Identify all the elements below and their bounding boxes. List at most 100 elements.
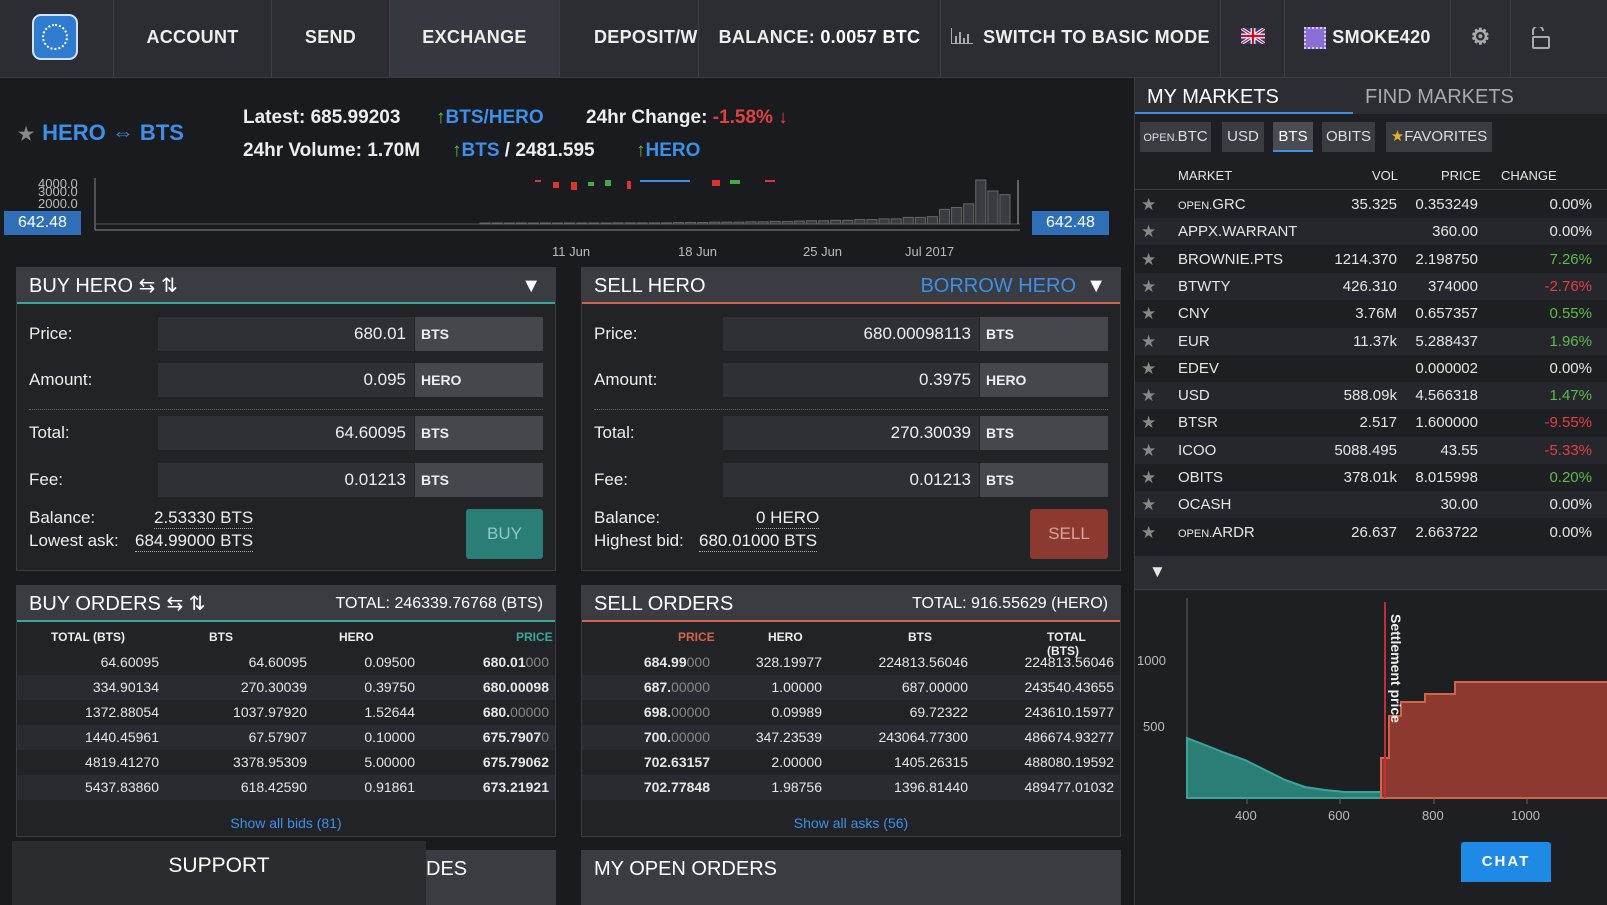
borrow-link[interactable]: BORROW HERO <box>920 268 1076 304</box>
filter-favorites[interactable]: ★FAVORITES <box>1386 122 1492 152</box>
market-row[interactable]: ★ OCASH 30.00 0.00% <box>1135 491 1607 519</box>
favorite-star-icon[interactable]: ★ <box>1141 491 1156 518</box>
show-all-bids-link[interactable]: Show all bids (81) <box>17 815 555 831</box>
nav-account[interactable]: ACCOUNT <box>113 0 271 77</box>
favorite-star-icon[interactable]: ★ <box>1141 273 1156 300</box>
col-header[interactable]: CHANGE <box>1501 168 1557 183</box>
col-header[interactable]: PRICE <box>516 630 553 644</box>
market-row[interactable]: ★ APPX.WARRANT 360.00 0.00% <box>1135 218 1607 246</box>
favorite-star-icon[interactable]: ★ <box>1141 328 1156 355</box>
col-header[interactable]: BTS <box>209 630 233 644</box>
market-row[interactable]: ★ OBITS 378.01k 8.015998 0.20% <box>1135 464 1607 491</box>
table-row[interactable]: 64.60095 64.60095 0.09500 680.01000 <box>17 650 555 675</box>
market-row[interactable]: ★ BTSR 2.517 1.600000 -9.55% <box>1135 409 1607 436</box>
favorite-star-icon[interactable]: ★ <box>1141 382 1156 409</box>
depth-chart-toggle[interactable]: ▼ <box>1135 556 1607 590</box>
tab-my-markets[interactable]: MY MARKETS <box>1147 86 1279 109</box>
col-header[interactable]: HERO <box>768 630 803 644</box>
collapse-triangle-icon[interactable]: ▼ <box>521 268 541 304</box>
highest-bid-value[interactable]: 680.01000 BTS <box>699 531 818 552</box>
chat-button[interactable]: CHAT <box>1461 842 1551 882</box>
buy-price-input[interactable]: 680.01 <box>158 317 414 351</box>
favorite-star-icon[interactable]: ★ <box>1141 300 1156 327</box>
buy-balance-value[interactable]: 2.53330 BTS <box>154 508 254 529</box>
favorite-star-icon[interactable]: ★ <box>1141 437 1156 464</box>
market-change: 7.26% <box>1549 250 1592 268</box>
app-logo[interactable] <box>32 14 78 60</box>
filter-usd[interactable]: USD <box>1222 122 1264 152</box>
buy-total-input[interactable]: 64.60095 <box>158 416 414 450</box>
collapse-triangle-icon[interactable]: ▼ <box>1149 562 1166 582</box>
buy-amount-input[interactable]: 0.095 <box>158 363 414 397</box>
favorite-star-icon[interactable]: ★ <box>18 124 34 144</box>
buy-button[interactable]: BUY <box>466 509 543 559</box>
price-volume-chart[interactable]: 4000.0 3000.0 2000.0 11 Jun 18 Jun 25 Ju… <box>0 176 1130 260</box>
market-pair-title[interactable]: ★ HERO ⇔ BTS <box>18 120 184 146</box>
favorite-star-icon[interactable]: ★ <box>1141 218 1156 245</box>
lowest-ask-value[interactable]: 684.99000 BTS <box>135 531 254 552</box>
depth-chart[interactable]: 1000 500 Settlement price 400 600 800 10… <box>1135 590 1607 840</box>
market-row[interactable]: ★ EDEV 0.000002 0.00% <box>1135 355 1607 382</box>
price-cell: 684.99000 <box>643 654 710 670</box>
market-row[interactable]: ★ OPEN.GRC 35.325 0.353249 0.00% <box>1135 191 1607 218</box>
nav-exchange[interactable]: EXCHANGE <box>389 0 559 77</box>
col-header[interactable]: PRICE <box>1441 168 1481 183</box>
nav-send[interactable]: SEND <box>271 0 389 77</box>
filter-bts[interactable]: BTS <box>1273 122 1313 152</box>
favorite-star-icon[interactable]: ★ <box>1141 246 1156 273</box>
favorite-star-icon[interactable]: ★ <box>1141 355 1156 382</box>
col-header[interactable]: PRICE <box>678 630 715 644</box>
table-row[interactable]: 702.63157 2.00000 1405.26315 488080.19592 <box>582 750 1120 775</box>
nav-balance[interactable]: BALANCE: 0.0057 BTC <box>698 0 940 77</box>
sell-amount-input[interactable]: 0.3975 <box>723 363 979 397</box>
col-header[interactable]: MARKET <box>1178 168 1232 183</box>
language-selector[interactable] <box>1220 0 1284 77</box>
table-row[interactable]: 684.99000 328.19977 224813.56046 224813.560… <box>582 650 1120 675</box>
market-row[interactable]: ★ CNY 3.76M 0.657357 0.55% <box>1135 300 1607 327</box>
favorite-star-icon[interactable]: ★ <box>1141 519 1156 546</box>
col-header[interactable]: BTS <box>908 630 932 644</box>
market-row[interactable]: ★ OPEN.ARDR 26.637 2.663722 0.00% <box>1135 519 1607 546</box>
show-all-asks-link[interactable]: Show all asks (56) <box>582 815 1120 831</box>
user-account-menu[interactable]: SMOKE420 <box>1284 0 1450 77</box>
table-row[interactable]: 700.00000 347.23539 243064.77300 486674.932… <box>582 725 1120 750</box>
market-change: 1.96% <box>1549 332 1592 350</box>
market-name: OPEN.ARDR <box>1178 523 1255 541</box>
table-row[interactable]: 5437.83860 618.42590 0.91861 673.21921 <box>17 775 555 800</box>
filter-obits[interactable]: OBITS <box>1322 122 1375 152</box>
market-vol: 426.310 <box>1342 277 1397 295</box>
gear-icon[interactable]: ⚙ <box>1450 0 1510 77</box>
market-row[interactable]: ★ BTWTY 426.310 374000 -2.76% <box>1135 272 1607 300</box>
collapse-triangle-icon[interactable]: ▼ <box>1086 268 1106 304</box>
table-row[interactable]: 4819.41270 3378.95309 5.00000 675.79062 <box>17 750 555 775</box>
table-row[interactable]: 702.77848 1.98756 1396.81440 489477.01032 <box>582 775 1120 800</box>
support-button[interactable]: SUPPORT <box>12 841 426 905</box>
sell-balance-value[interactable]: 0 HERO <box>756 508 820 529</box>
market-row[interactable]: ★ ICOO 5088.495 43.55 -5.33% <box>1135 436 1607 464</box>
sell-price-input[interactable]: 680.00098113 <box>723 317 979 351</box>
favorite-star-icon[interactable]: ★ <box>1141 191 1156 218</box>
switch-mode-button[interactable]: SWITCH TO BASIC MODE <box>940 0 1220 77</box>
volume-bar <box>697 222 709 225</box>
nav-deposit[interactable]: DEPOSIT/WI <box>559 0 698 77</box>
market-row[interactable]: ★ EUR 11.37k 5.288437 1.96% <box>1135 327 1607 355</box>
filter-open-btc[interactable]: OPEN.BTC <box>1140 122 1211 152</box>
col-header[interactable]: HERO <box>339 630 374 644</box>
favorite-star-icon[interactable]: ★ <box>1141 409 1156 436</box>
latest-pair-link[interactable]: ↑BTS/HERO <box>436 107 544 129</box>
x-tick: 25 Jun <box>803 244 842 259</box>
table-row[interactable]: 698.00000 0.09989 69.72322 243610.15977 <box>582 700 1120 725</box>
sell-total-input[interactable]: 270.30039 <box>723 416 979 450</box>
table-row[interactable]: 1440.45961 67.57907 0.10000 675.79070 <box>17 725 555 750</box>
market-row[interactable]: ★ USD 588.09k 4.566318 1.47% <box>1135 382 1607 410</box>
unlock-icon[interactable] <box>1510 0 1570 77</box>
sell-button[interactable]: SELL <box>1030 509 1108 559</box>
table-row[interactable]: 1372.88054 1037.97920 1.52644 680.00000 <box>17 700 555 725</box>
table-row[interactable]: 334.90134 270.30039 0.39750 680.00098 <box>17 675 555 700</box>
market-row[interactable]: ★ BROWNIE.PTS 1214.370 2.198750 7.26% <box>1135 246 1607 273</box>
col-header[interactable]: VOL <box>1372 168 1398 183</box>
table-row[interactable]: 687.00000 1.00000 687.00000 243540.43655 <box>582 675 1120 700</box>
favorite-star-icon[interactable]: ★ <box>1141 464 1156 491</box>
tab-find-markets[interactable]: FIND MARKETS <box>1365 86 1514 109</box>
col-header[interactable]: TOTAL (BTS) <box>51 630 125 644</box>
